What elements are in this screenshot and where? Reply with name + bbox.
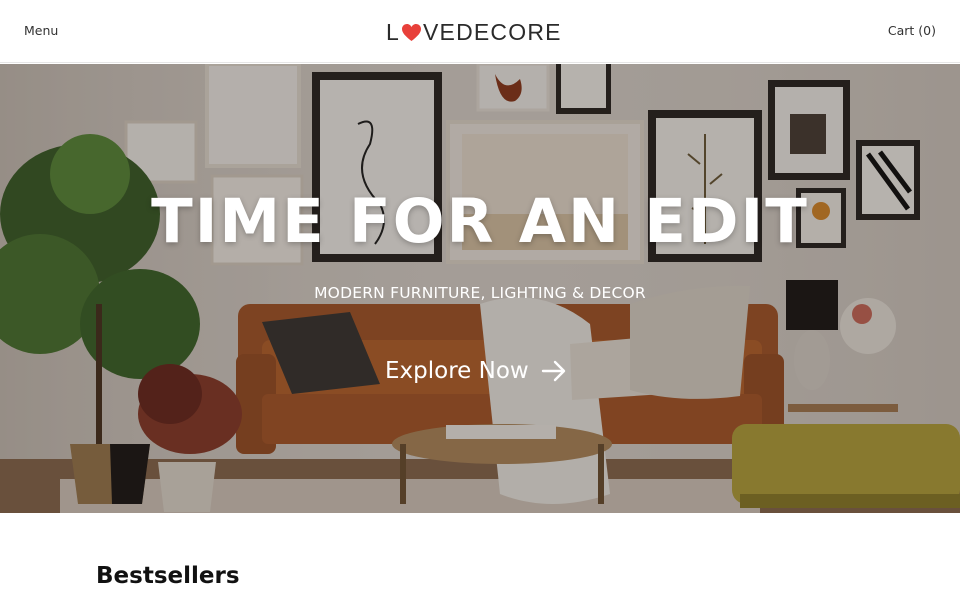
bestsellers-heading: Bestsellers: [96, 563, 240, 589]
arrow-right-icon: [541, 359, 567, 383]
heart-icon: [401, 22, 422, 42]
menu-button[interactable]: Menu: [24, 23, 58, 38]
explore-now-button[interactable]: Explore Now: [385, 354, 567, 388]
cart-button[interactable]: Cart (0): [888, 23, 936, 38]
explore-now-label: Explore Now: [385, 358, 529, 384]
hero-title: TIME FOR AN EDIT: [151, 186, 809, 257]
site-logo[interactable]: L VEDECORE: [386, 18, 562, 46]
site-header: Menu L VEDECORE Cart (0): [0, 0, 960, 63]
hero-subtitle: MODERN FURNITURE, LIGHTING & DECOR: [314, 284, 646, 302]
logo-wordmark: VEDECORE: [423, 18, 562, 45]
hero-banner: TIME FOR AN EDIT MODERN FURNITURE, LIGHT…: [0, 64, 960, 513]
logo-letter-l: L: [386, 18, 400, 45]
